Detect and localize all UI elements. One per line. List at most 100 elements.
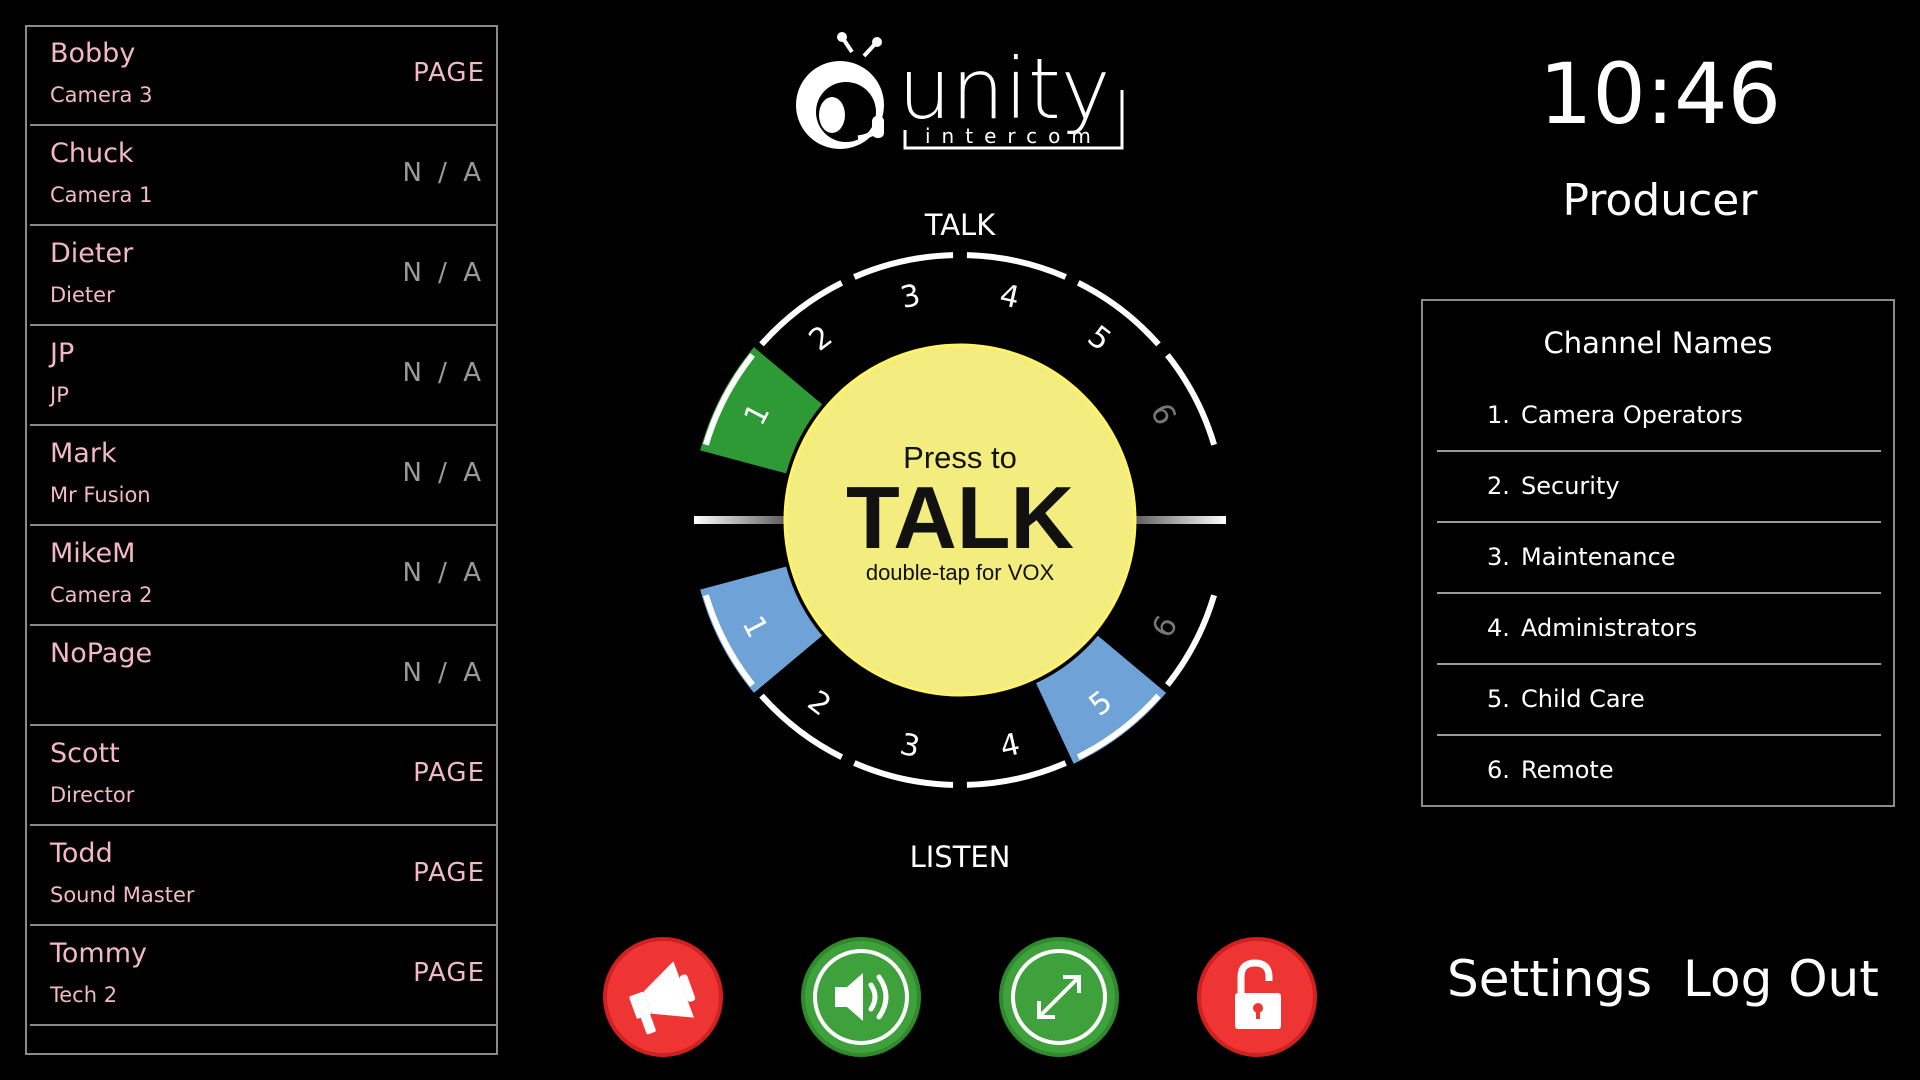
listen-channel-number: 6 (1145, 610, 1185, 643)
user-name: Chuck (50, 138, 134, 169)
user-channel: Tech 2 (50, 983, 118, 1007)
talk-channel-number: 5 (1081, 319, 1117, 358)
channel-number: 4. (1487, 614, 1510, 642)
channel-name: Maintenance (1521, 543, 1676, 571)
channel-panel-title: Channel Names (1543, 326, 1773, 360)
listen-channel-number: 4 (997, 727, 1023, 765)
user-row[interactable]: JP JP N / A (30, 328, 497, 426)
user-name: Todd (50, 838, 113, 869)
listen-label: LISTEN (909, 840, 1011, 874)
page-status: N / A (402, 458, 485, 488)
user-channel: JP (50, 383, 69, 407)
channel-number: 2. (1487, 472, 1510, 500)
speaker-icon (813, 949, 909, 1045)
megaphone-icon (629, 961, 696, 1035)
page-status: N / A (402, 158, 485, 188)
divider-right (1130, 516, 1226, 524)
user-row[interactable]: Scott Director PAGE (30, 728, 497, 826)
talk-channel-3[interactable]: 3 (853, 252, 954, 316)
channel-number: 3. (1487, 543, 1510, 571)
lock-button[interactable] (1197, 937, 1317, 1057)
user-channel: Camera 3 (50, 83, 153, 107)
user-row[interactable]: Tommy Tech 2 PAGE (30, 928, 497, 1026)
page-status: N / A (402, 658, 485, 688)
listen-channel-arc (966, 760, 1067, 788)
channel-row[interactable]: 3. Maintenance (1437, 523, 1881, 594)
user-row[interactable]: Bobby Camera 3 PAGE (30, 28, 497, 126)
logout-link[interactable]: Log Out (1683, 950, 1879, 1008)
listen-channel-4[interactable]: 4 (966, 727, 1067, 788)
headset-icon (796, 32, 884, 149)
user-name: MikeM (50, 538, 136, 569)
user-row[interactable]: Todd Sound Master PAGE (30, 828, 497, 926)
talk-channel-5[interactable]: 5 (1076, 280, 1161, 359)
channel-name: Security (1521, 472, 1620, 500)
page-status: N / A (402, 258, 485, 288)
talk-channel-number: 4 (996, 278, 1022, 316)
user-channel: Director (50, 783, 135, 807)
user-name: NoPage (50, 638, 153, 669)
user-name: Tommy (50, 938, 148, 969)
listen-channel-arc (853, 760, 954, 788)
channel-number: 6. (1487, 756, 1510, 784)
channel-number: 5. (1487, 685, 1510, 713)
page-status: N / A (402, 358, 485, 388)
channel-name: Child Care (1521, 685, 1645, 713)
listen-channel-6[interactable]: 6 (1145, 594, 1217, 687)
user-row[interactable]: NoPage N / A (30, 628, 497, 726)
channel-dial: 123 456 123 456 Press to TALK double-tap f… (694, 252, 1226, 788)
fullscreen-button[interactable] (999, 937, 1119, 1057)
listen-channel-2[interactable]: 2 (759, 684, 844, 760)
listen-channel-number: 3 (897, 727, 923, 765)
page-button[interactable]: PAGE (413, 858, 485, 888)
talk-channel-number: 6 (1143, 398, 1183, 431)
page-status: N / A (402, 558, 485, 588)
talk-channel-6[interactable]: 6 (1143, 353, 1217, 446)
talk-channel-arc (966, 252, 1067, 280)
divider-left (694, 516, 790, 524)
channel-number: 1. (1487, 401, 1510, 429)
page-button[interactable]: PAGE (413, 958, 485, 988)
channel-row[interactable]: 2. Security (1437, 452, 1881, 523)
talk-big-text: TALK (846, 468, 1074, 567)
user-name: Mark (50, 438, 117, 469)
page-button[interactable]: PAGE (413, 58, 485, 88)
volume-button[interactable] (801, 937, 921, 1057)
vox-hint-text: double-tap for VOX (866, 560, 1055, 585)
listen-channel-3[interactable]: 3 (853, 727, 954, 788)
talk-channel-4[interactable]: 4 (966, 252, 1067, 316)
user-channel: Camera 2 (50, 583, 153, 607)
user-list: Bobby Camera 3 PAGE Chuck Camera 1 N / A… (25, 25, 498, 1055)
user-row[interactable]: Chuck Camera 1 N / A (30, 128, 497, 226)
clock: 10:46 (1538, 45, 1782, 143)
page-all-button[interactable] (603, 937, 723, 1057)
channel-row[interactable]: 6. Remote (1437, 736, 1881, 807)
talk-channel-number: 3 (897, 278, 923, 316)
user-channel: Sound Master (50, 883, 195, 907)
user-name: JP (50, 338, 75, 369)
channel-name: Remote (1521, 756, 1614, 784)
unlock-icon (1235, 959, 1281, 1029)
page-button[interactable]: PAGE (413, 758, 485, 788)
channel-row[interactable]: 1. Camera Operators (1437, 381, 1881, 452)
press-to-talk-button[interactable]: Press to TALK double-tap for VOX (783, 343, 1137, 697)
settings-link[interactable]: Settings (1447, 950, 1652, 1008)
talk-channel-2[interactable]: 2 (759, 280, 844, 359)
listen-channel-number: 2 (801, 684, 837, 723)
user-channel: Mr Fusion (50, 483, 151, 507)
user-row[interactable]: Mark Mr Fusion N / A (30, 428, 497, 526)
user-channel: Dieter (50, 283, 115, 307)
unity-intercom-logo: unity intercom (780, 30, 1140, 160)
talk-channel-number: 2 (803, 319, 839, 358)
channel-name: Camera Operators (1521, 401, 1743, 429)
user-row[interactable]: Dieter Dieter N / A (30, 228, 497, 326)
role-name: Producer (1562, 175, 1758, 226)
user-row[interactable]: MikeM Camera 2 N / A (30, 528, 497, 626)
user-name: Scott (50, 738, 120, 769)
user-name: Bobby (50, 38, 136, 69)
channel-names-panel: Channel Names 1. Camera Operators 2. Sec… (1421, 299, 1895, 807)
user-channel: Camera 1 (50, 183, 153, 207)
channel-row[interactable]: 5. Child Care (1437, 665, 1881, 736)
channel-name: Administrators (1521, 614, 1698, 642)
channel-row[interactable]: 4. Administrators (1437, 594, 1881, 665)
